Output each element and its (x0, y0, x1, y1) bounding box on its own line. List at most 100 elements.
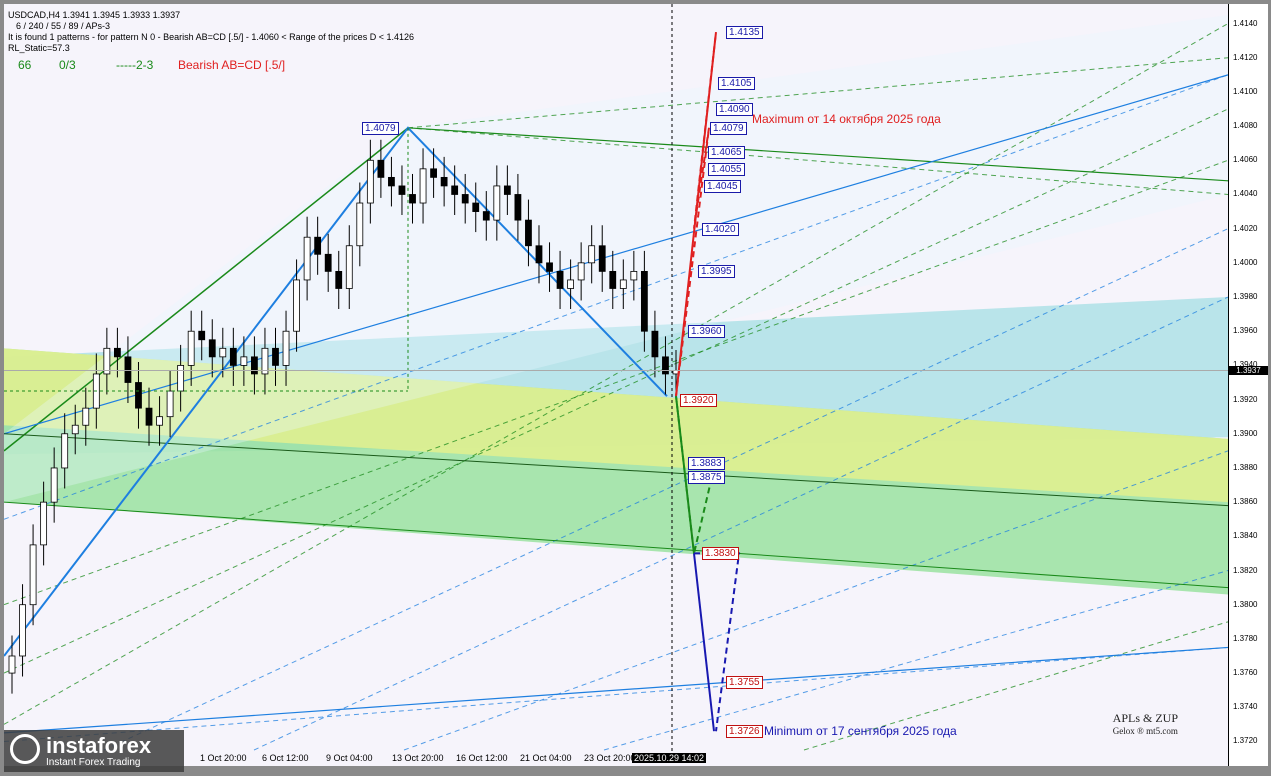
candle-body-59 (630, 270, 638, 281)
params-line: 6 / 240 / 55 / 89 / APs-3 (16, 21, 111, 31)
candle-body-40 (430, 168, 437, 178)
candle-body-51 (546, 262, 553, 272)
brand-watermark: APLs & ZUP Gelox ® mt5.com (1113, 711, 1178, 736)
y-tick: 1.3820 (1233, 565, 1258, 575)
price-label-1-3875: 1.3875 (688, 470, 725, 484)
price-label-1-4090: 1.4090 (716, 103, 753, 116)
blue-lower-line (4, 646, 1228, 734)
candle-body-47 (503, 185, 511, 195)
pattern-info: It is found 1 patterns - for pattern N 0… (8, 32, 414, 42)
candle-body-50 (535, 245, 543, 264)
y-tick: 1.3840 (1233, 531, 1258, 541)
price-label-1-3920: 1.3920 (680, 393, 717, 407)
candle-body-18 (198, 330, 206, 341)
x-tick: 23 Oct 20:00 (584, 753, 636, 763)
candle-body-7 (82, 407, 90, 426)
x-tick: 9 Oct 04:00 (326, 753, 373, 763)
candle-body-32 (345, 245, 353, 289)
candle-body-4 (50, 467, 58, 503)
price-label-1-3995: 1.3995 (698, 265, 735, 279)
brand-line1: APLs & ZUP (1112, 711, 1178, 725)
y-tick: 1.4080 (1233, 121, 1258, 131)
candle-body-52 (556, 270, 564, 289)
rl-static: RL_Static=57.3 (8, 43, 70, 53)
candle-body-2 (29, 544, 37, 606)
candle-body-30 (324, 253, 332, 272)
y-tick: 1.3860 (1233, 497, 1258, 507)
candle-body-12 (135, 382, 142, 409)
candle-body-58 (619, 279, 627, 289)
candle-body-25 (272, 347, 279, 366)
price-label-1-3726: 1.3726 (726, 725, 763, 739)
logo-subtitle: Instant Forex Trading (46, 757, 141, 768)
y-tick: 1.3900 (1233, 428, 1258, 438)
price-label-1-3755: 1.3755 (726, 675, 763, 689)
candle-body-38 (409, 194, 416, 204)
candle-body-15 (166, 390, 174, 418)
candle-body-21 (229, 347, 237, 366)
price-label-1-4065: 1.4065 (708, 145, 745, 159)
x-tick: 1 Oct 20:00 (200, 753, 247, 763)
stat-count: 66 (18, 58, 32, 72)
candle-body-16 (177, 365, 185, 392)
brand-line2: Gelox ® mt5.com (1112, 726, 1178, 736)
price-label-1-3960: 1.3960 (688, 325, 725, 339)
y-tick: 1.3760 (1233, 668, 1258, 678)
candle-body-28 (303, 236, 311, 281)
price-label-1-4020: 1.4020 (702, 222, 739, 236)
y-tick: 1.3920 (1233, 394, 1258, 404)
x-tick: 21 Oct 04:00 (520, 753, 572, 763)
logo-mark-icon (10, 734, 40, 764)
current-price-tag: 1.3937 (1229, 365, 1268, 375)
price-label-1-4079: 1.4079 (710, 121, 747, 135)
price-label-1-4105: 1.4105 (718, 77, 755, 91)
candle-body-19 (208, 339, 216, 358)
stat-range: -----2-3 (116, 58, 154, 72)
candle-body-55 (588, 245, 596, 264)
candle-body-44 (472, 202, 480, 212)
y-tick: 1.4120 (1233, 52, 1258, 62)
blue-projection-line (693, 553, 715, 732)
candle-body-1 (19, 604, 26, 657)
candle-body-23 (251, 356, 258, 375)
candle-body-35 (377, 159, 385, 178)
candle-body-5 (61, 433, 69, 469)
candle-body-60 (640, 270, 648, 332)
candle-body-43 (461, 194, 469, 204)
candle-body-62 (662, 356, 669, 375)
candle-body-26 (282, 330, 290, 366)
plot-area[interactable]: USDCAD,H4 1.3941 1.3945 1.3933 1.3937 6 … (4, 4, 1228, 766)
candle-body-3 (40, 501, 48, 546)
candle-body-49 (525, 219, 532, 247)
symbol-line: USDCAD,H4 1.3941 1.3945 1.3933 1.3937 (8, 10, 181, 20)
y-tick: 1.3960 (1233, 326, 1258, 336)
logo-name: instaforex (46, 733, 152, 758)
candle-body-39 (419, 168, 427, 204)
candle-body-34 (366, 159, 374, 204)
y-tick: 1.4140 (1233, 18, 1258, 28)
y-tick: 1.4060 (1233, 155, 1258, 165)
y-tick: 1.4100 (1233, 86, 1258, 96)
x-tick: 13 Oct 20:00 (392, 753, 444, 763)
candle-body-17 (187, 330, 195, 366)
candle-body-31 (335, 270, 343, 289)
candle-body-20 (219, 347, 227, 358)
stat-ratio: 0/3 (59, 58, 76, 72)
pattern-label: Bearish AB=CD [.5/] (178, 58, 286, 72)
candle-body-61 (651, 330, 659, 358)
candle-body-13 (145, 407, 153, 426)
candle-body-6 (71, 424, 79, 435)
price-label-1-3830: 1.3830 (702, 547, 739, 561)
candle-body-0 (8, 655, 16, 674)
candle-body-46 (493, 185, 501, 221)
candle-body-33 (356, 202, 364, 247)
candle-body-37 (398, 185, 406, 195)
x-tick: 6 Oct 12:00 (262, 753, 309, 763)
x-tick: 16 Oct 12:00 (456, 753, 508, 763)
candle-body-53 (567, 279, 575, 289)
candle-body-45 (482, 211, 490, 221)
current-time-tag: 2025.10.29 14:02 (632, 753, 707, 763)
chart-canvas (4, 4, 1228, 766)
instaforex-logo: instaforex Instant Forex Trading (4, 730, 184, 772)
candle-body-42 (451, 185, 459, 195)
